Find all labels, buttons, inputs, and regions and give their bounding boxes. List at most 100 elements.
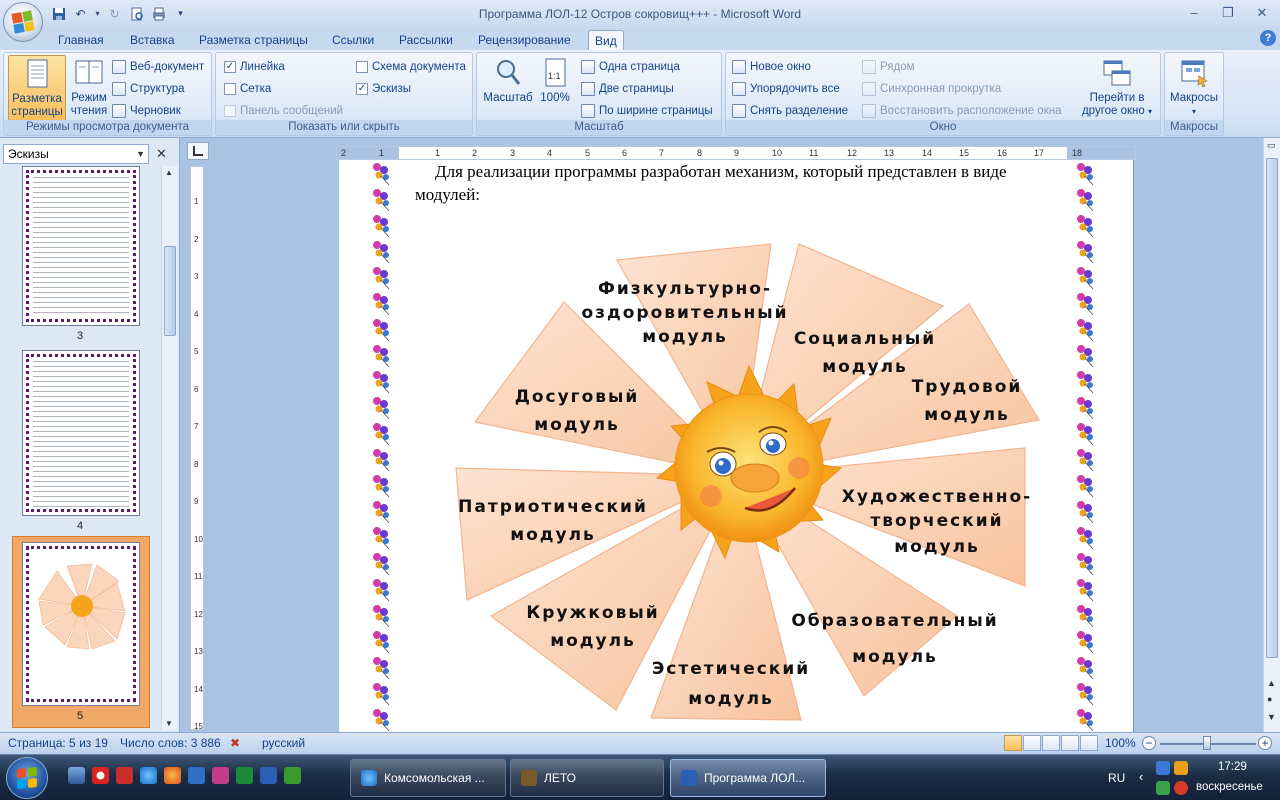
spelling-check-icon[interactable]: ✖ (230, 736, 240, 750)
start-button[interactable] (6, 757, 48, 799)
switch-windows-button[interactable]: Перейти в другое окно ▾ (1076, 55, 1158, 121)
close-pane-icon[interactable]: ✕ (156, 146, 167, 162)
tab-insert[interactable]: Вставка (124, 30, 181, 50)
word-icon[interactable] (260, 767, 277, 784)
outline-button[interactable]: Структура (112, 79, 185, 99)
document-map-checkbox[interactable]: Схема документа (356, 57, 466, 77)
tray-expand-icon[interactable]: ‹ (1139, 769, 1143, 784)
one-page-button[interactable]: Одна страница (581, 57, 680, 77)
horizontal-ruler[interactable]: 2 1 1 2 3 4 5 6 7 8 9 10 11 12 13 14 15 16 17 18 (336, 146, 1136, 160)
intro-paragraph: Для реализации программы разработан меха… (415, 162, 1007, 204)
word-count[interactable]: Число слов: 3 886 (120, 736, 221, 750)
arrange-all-button[interactable]: Упорядочить все (732, 79, 840, 99)
thumbnail-scrollbar[interactable]: ▲ ▼ (161, 166, 178, 730)
outline-view-icon[interactable] (1061, 735, 1079, 751)
language-bar[interactable]: RU (1108, 771, 1125, 785)
side-by-side-button[interactable]: Рядом (862, 57, 915, 77)
one-page-icon (581, 60, 595, 74)
zoom-button[interactable]: Масштаб (481, 55, 535, 121)
ruler-tick-label: 2 (472, 148, 478, 158)
sync-scroll-button[interactable]: Синхронная прокрутка (862, 79, 1001, 99)
print-layout-view-icon[interactable] (1004, 735, 1022, 751)
restore-icon[interactable]: ❐ (1218, 4, 1238, 22)
group-label-window: Окно (726, 120, 1160, 135)
media-icon[interactable] (188, 767, 205, 784)
project-icon[interactable] (284, 767, 301, 784)
zoom-in-icon[interactable]: + (1258, 736, 1272, 750)
excel-icon[interactable] (236, 767, 253, 784)
reset-window-position-button[interactable]: Восстановить расположение окна (862, 101, 1061, 121)
scroll-up-icon[interactable]: ▲ (165, 168, 173, 177)
access-icon[interactable] (212, 767, 229, 784)
taskbar-window-komsomolskaya[interactable]: Комсомольская ... (350, 759, 506, 797)
language-indicator[interactable]: русский (262, 736, 305, 750)
tab-view[interactable]: Вид (588, 30, 624, 50)
app-icon[interactable] (116, 767, 133, 784)
zoom-slider-handle[interactable] (1203, 736, 1211, 750)
clock-day[interactable]: воскресенье (1196, 781, 1263, 793)
office-button[interactable] (3, 2, 43, 42)
draft-button[interactable]: Черновик (112, 101, 181, 121)
ruler-tick-label: 9 (734, 148, 740, 158)
tab-mailings[interactable]: Рассылки (393, 30, 459, 50)
page-width-button[interactable]: По ширине страницы (581, 101, 713, 121)
macros-button[interactable]: Макросы ▾ (1167, 55, 1221, 121)
zoom-100-button[interactable]: 1:1 100% (535, 55, 575, 121)
page-thumbnail-5[interactable] (22, 542, 140, 706)
taskbar-window-word[interactable]: Программа ЛОЛ... (670, 759, 826, 797)
document-scrollbar[interactable]: ▭ ▲ ● ▼ (1263, 138, 1280, 732)
network-icon[interactable] (1156, 761, 1170, 775)
vertical-ruler[interactable]: 12345678910111213141516 (190, 166, 204, 769)
print-layout-button[interactable]: Разметка страницы (8, 55, 66, 121)
antivirus-icon[interactable] (1174, 781, 1188, 795)
opera-icon[interactable] (92, 767, 109, 784)
tab-home[interactable]: Главная (52, 30, 110, 50)
web-layout-label: Веб-документ (130, 61, 205, 73)
page-thumbnail-3[interactable] (22, 166, 140, 326)
tray-app-icon[interactable] (1156, 781, 1170, 795)
web-layout-button[interactable]: Веб-документ (112, 57, 204, 77)
minimize-icon[interactable]: – (1184, 4, 1204, 22)
thumbnail-pane-selector[interactable]: Эскизы ▼ (3, 144, 149, 164)
tab-selector[interactable] (187, 142, 209, 160)
ruler-checkbox[interactable]: ✓ Линейка (224, 57, 285, 77)
draft-view-icon[interactable] (1080, 735, 1098, 751)
full-screen-reading-button[interactable]: Режим чтения (68, 55, 110, 121)
tab-review[interactable]: Рецензирование (472, 30, 577, 50)
vertical-ruler-tick-label: 13 (194, 647, 203, 656)
two-pages-button[interactable]: Две страницы (581, 79, 674, 99)
scroll-down-icon[interactable]: ▼ (165, 719, 173, 728)
zoom-level[interactable]: 100% (1105, 736, 1136, 750)
tray-app-icon[interactable] (1174, 761, 1188, 775)
firefox-icon[interactable] (164, 767, 181, 784)
message-bar-check-icon (224, 105, 236, 117)
scroll-down-icon[interactable]: ▼ (1267, 712, 1276, 722)
clock-time[interactable]: 17:29 (1218, 761, 1247, 773)
page-thumbnail-4[interactable] (22, 350, 140, 516)
page-thumbnail-number: 4 (76, 520, 84, 532)
thumbnail-scroll-thumb[interactable] (164, 246, 176, 336)
reading-view-icon[interactable] (1023, 735, 1041, 751)
zoom-out-icon[interactable]: − (1142, 736, 1156, 750)
gridlines-check-icon (224, 83, 236, 95)
internet-explorer-icon[interactable] (140, 767, 157, 784)
scroll-up-icon[interactable]: ▲ (1267, 678, 1276, 688)
new-window-button[interactable]: Новое окно (732, 57, 811, 77)
tab-references[interactable]: Ссылки (326, 30, 380, 50)
document-page[interactable]: Для реализации программы разработан меха… (339, 160, 1133, 732)
thumbnails-checkbox[interactable]: ✓ Эскизы (356, 79, 411, 99)
web-view-icon[interactable] (1042, 735, 1060, 751)
remove-split-button[interactable]: Снять разделение (732, 101, 848, 121)
gridlines-checkbox[interactable]: Сетка (224, 79, 271, 99)
page-counter[interactable]: Страница: 5 из 19 (8, 736, 108, 750)
thumbnails-check-icon: ✓ (356, 83, 368, 95)
show-desktop-icon[interactable] (68, 767, 85, 784)
taskbar-window-leto[interactable]: ЛЕТО (510, 759, 664, 797)
browse-object-icon[interactable]: ● (1267, 694, 1272, 704)
ruler-toggle-icon[interactable]: ▭ (1267, 140, 1276, 151)
message-bar-checkbox[interactable]: Панель сообщений (224, 101, 343, 121)
help-icon[interactable]: ? (1260, 30, 1276, 46)
close-icon[interactable]: ✕ (1252, 4, 1272, 22)
tab-page-layout[interactable]: Разметка страницы (193, 30, 314, 50)
document-scroll-thumb[interactable] (1266, 158, 1278, 658)
